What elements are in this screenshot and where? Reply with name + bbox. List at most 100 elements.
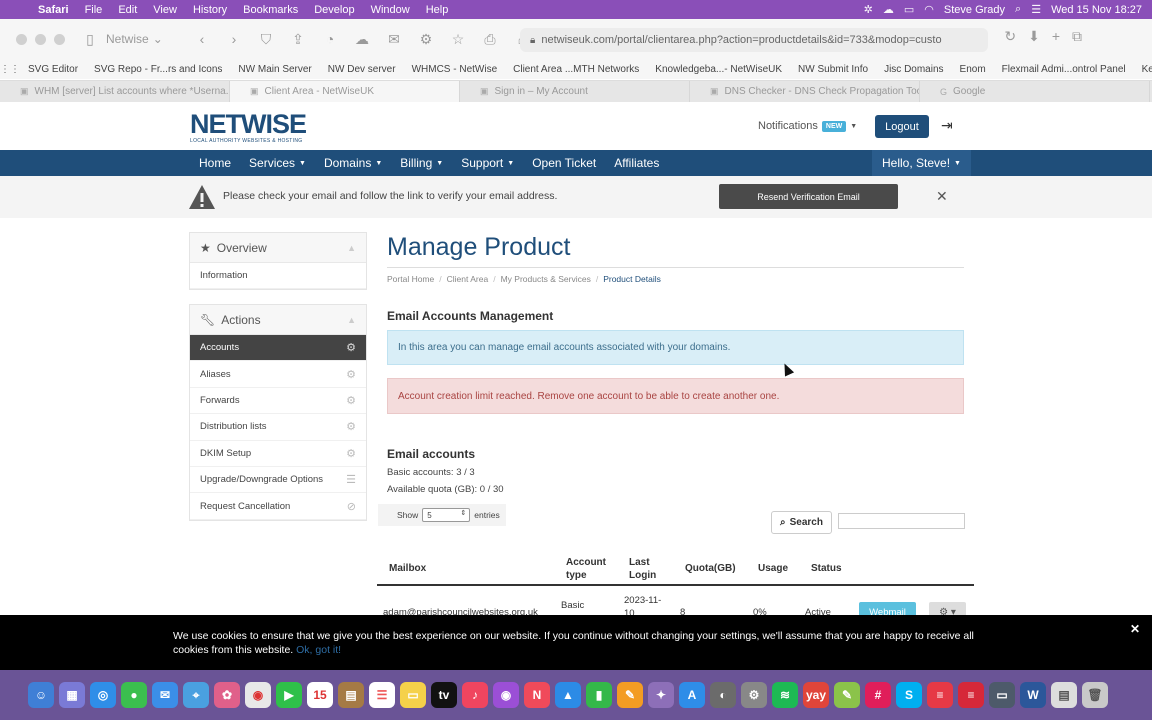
calendar-icon[interactable]: 15 (307, 682, 333, 708)
gimp-icon[interactable]: ◐ (710, 682, 736, 708)
browser-tab[interactable]: ▣ DNS Checker - DNS Check Propagation Too… (690, 81, 920, 102)
cookie-ok-link[interactable]: Ok, got it! (296, 644, 341, 656)
messages-icon[interactable]: ● (121, 682, 147, 708)
system-settings-icon[interactable]: ⚙ (741, 682, 767, 708)
column-mailbox[interactable]: Mailbox (389, 563, 426, 574)
downloads-stack-icon[interactable]: ▤ (1051, 682, 1077, 708)
menubar-clock[interactable]: Wed 15 Nov 18:27 (1051, 4, 1142, 16)
netwise-logo[interactable]: NETWISE LOCAL AUTHORITY WEBSITES & HOSTI… (190, 111, 310, 145)
overview-panel-header[interactable]: ★ Overview ▲ (190, 233, 366, 263)
entries-select[interactable]: 5 ⇕ (422, 508, 471, 522)
nav-affiliates[interactable]: Affiliates (605, 156, 668, 170)
nav-open-ticket[interactable]: Open Ticket (523, 156, 605, 170)
app-icon[interactable]: ▭ (989, 682, 1015, 708)
spotify-icon[interactable]: ≋ (772, 682, 798, 708)
sidebar-item-distribution-lists[interactable]: Distribution lists ⚙ (190, 414, 366, 441)
spotlight-icon[interactable]: ⌕ (1015, 3, 1021, 16)
battery-icon[interactable]: ▭ (904, 3, 914, 16)
browser-tab[interactable]: G Google (920, 81, 1150, 102)
print-icon[interactable]: ⎙ (474, 31, 506, 48)
sidebar-item-request-cancellation[interactable]: Request Cancellation ⊘ (190, 493, 366, 520)
app-icon[interactable]: ≡ (958, 682, 984, 708)
slack-icon[interactable]: # (865, 682, 891, 708)
sidebar-item-accounts[interactable]: Accounts ⚙ (190, 335, 366, 362)
column-usage[interactable]: Usage (758, 563, 788, 574)
bookmark-item[interactable]: Enom (952, 64, 994, 75)
menu-safari[interactable]: Safari (30, 4, 77, 16)
bookmark-item[interactable]: WHMCS - NetWise (404, 64, 506, 75)
podcasts-icon[interactable]: ◉ (493, 682, 519, 708)
notes-app-icon[interactable]: ▤ (338, 682, 364, 708)
bookmark-item[interactable]: NW Main Server (230, 64, 319, 75)
stickies-icon[interactable]: ▭ (400, 682, 426, 708)
safari-icon[interactable]: ◎ (90, 682, 116, 708)
trash-icon[interactable]: 🗑︎ (1082, 682, 1108, 708)
close-window-button[interactable] (16, 33, 27, 45)
preview-icon[interactable]: ✦ (648, 682, 674, 708)
news-icon[interactable]: N (524, 682, 550, 708)
apple-tv-icon[interactable]: tv (431, 682, 457, 708)
webmail-button[interactable]: Webmail (859, 602, 916, 615)
breadcrumb-products-services[interactable]: My Products & Services (501, 274, 591, 284)
browser-tab[interactable]: ▣ WHM [server] List accounts where *Usern… (0, 81, 230, 102)
icloud-icon[interactable]: ☁ (346, 31, 378, 48)
chrome-icon[interactable]: ◉ (245, 682, 271, 708)
chevron-up-icon[interactable]: ▲ (347, 243, 366, 253)
nav-domains[interactable]: Domains ▼ (315, 156, 391, 170)
history-icon[interactable]: ◔ (314, 31, 346, 47)
menu-window[interactable]: Window (363, 4, 418, 16)
nav-billing[interactable]: Billing ▼ (391, 156, 452, 170)
cloud-icon[interactable]: ☁ (883, 3, 894, 16)
chevron-up-icon[interactable]: ▲ (347, 315, 366, 325)
yay-icon[interactable]: yay (803, 682, 829, 708)
gear-status-icon[interactable]: ✲ (864, 3, 873, 16)
menu-edit[interactable]: Edit (110, 4, 145, 16)
nav-services[interactable]: Services ▼ (240, 156, 315, 170)
sidebar-toggle-icon[interactable]: ▯ (74, 31, 106, 48)
column-account-type[interactable]: Account type (566, 556, 610, 582)
keynote-icon[interactable]: ▲ (555, 682, 581, 708)
nav-support[interactable]: Support ▼ (452, 156, 523, 170)
finder-icon[interactable]: ☺ (28, 682, 54, 708)
grid-icon[interactable]: ⋮⋮ (0, 64, 20, 75)
python-launcher-icon[interactable]: ✎ (834, 682, 860, 708)
numbers-icon[interactable]: ▮ (586, 682, 612, 708)
menu-help[interactable]: Help (418, 4, 457, 16)
menubar-user[interactable]: Steve Grady (944, 4, 1005, 16)
bookmark-item[interactable]: Flexmail Admi...ontrol Panel (994, 64, 1134, 75)
bookmark-item[interactable]: Client Area ...MTH Networks (505, 64, 647, 75)
skype-icon[interactable]: S (896, 682, 922, 708)
search-input[interactable] (838, 513, 965, 529)
shield-icon[interactable]: ⛉ (250, 31, 282, 48)
browser-tab[interactable]: ▣ Sign in – My Account (460, 81, 690, 102)
wifi-icon[interactable]: ◠ (924, 3, 934, 16)
app-store-icon[interactable]: A (679, 682, 705, 708)
settings-icon[interactable]: ⚙ (410, 31, 442, 48)
column-last-login[interactable]: Last Login (629, 556, 663, 582)
back-icon[interactable]: ‹ (186, 31, 218, 47)
row-actions-button[interactable]: ⚙ ▾ (929, 602, 966, 615)
sidebar-item-dkim-setup[interactable]: DKIM Setup ⚙ (190, 441, 366, 467)
bookmark-item[interactable]: Jisc Domains (876, 64, 951, 75)
word-icon[interactable]: W (1020, 682, 1046, 708)
bookmark-item[interactable]: SVG Repo - Fr...rs and Icons (86, 64, 230, 75)
resend-verification-button[interactable]: Resend Verification Email (719, 184, 898, 209)
bookmark-item[interactable]: SVG Editor (20, 64, 86, 75)
sign-out-icon[interactable]: ⇥ (941, 117, 953, 134)
menu-view[interactable]: View (145, 4, 185, 16)
breadcrumb-client-area[interactable]: Client Area (447, 274, 489, 284)
menu-develop[interactable]: Develop (306, 4, 362, 16)
close-icon[interactable]: ✕ (936, 188, 948, 205)
zoom-window-button[interactable] (54, 33, 65, 45)
download-icon[interactable]: ⬇ (1028, 28, 1040, 45)
mail-app-icon[interactable]: ✉ (152, 682, 178, 708)
notifications-menu[interactable]: Notifications NEW ▼ (758, 120, 857, 132)
bookmark-item[interactable]: NW Submit Info (790, 64, 876, 75)
sidebar-item-forwards[interactable]: Forwards ⚙ (190, 388, 366, 415)
star-icon[interactable]: ☆ (442, 31, 474, 48)
bookmark-item[interactable]: Knowledgeba...- NetWiseUK (647, 64, 790, 75)
sidebar-item-upgrade-downgrade[interactable]: Upgrade/Downgrade Options ☰ (190, 467, 366, 494)
pages-icon[interactable]: ✎ (617, 682, 643, 708)
mail-icon[interactable]: ✉ (378, 31, 410, 48)
facetime-icon[interactable]: ▶ (276, 682, 302, 708)
